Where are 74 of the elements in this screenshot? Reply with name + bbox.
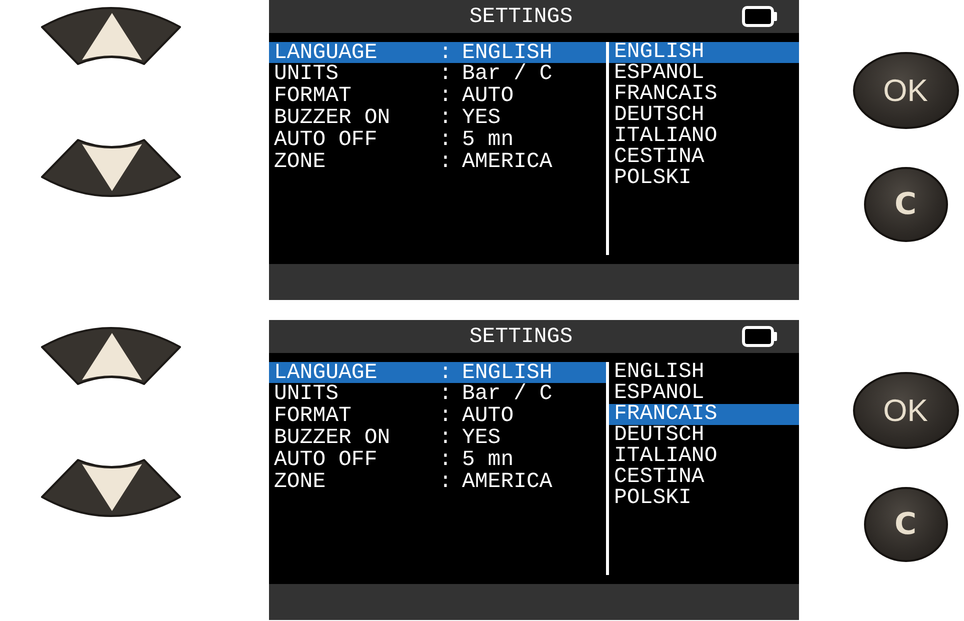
screen-title: SETTINGS <box>469 4 573 28</box>
language-option[interactable]: FRANCAIS <box>609 84 799 105</box>
language-option[interactable]: ESPANOL <box>609 383 799 404</box>
setting-label: UNITS <box>274 383 340 405</box>
setting-value: ENGLISH <box>462 42 554 64</box>
setting-label: AUTO OFF <box>274 449 378 471</box>
setting-value: 5 mn <box>462 449 515 471</box>
ok-button[interactable]: OK <box>852 52 958 129</box>
up-triangle-icon <box>82 13 142 60</box>
settings-menu-item[interactable]: FORMAT : AUTO <box>269 85 606 107</box>
language-option[interactable]: ITALIANO <box>609 446 799 467</box>
setting-label: LANGUAGE <box>274 42 378 64</box>
setting-label: UNITS <box>274 63 340 85</box>
colon-text: : <box>439 85 453 107</box>
colon-text: : <box>439 107 453 129</box>
language-option[interactable]: ENGLISH <box>609 42 799 63</box>
colon-text: : <box>439 362 453 384</box>
colon-text: : <box>439 42 453 64</box>
setting-value: ENGLISH <box>462 362 554 384</box>
down-triangle-icon <box>82 144 142 191</box>
settings-menu-item[interactable]: BUZZER ON : YES <box>269 107 606 129</box>
battery-icon <box>742 6 777 27</box>
settings-menu-item[interactable]: FORMAT : AUTO <box>269 405 606 427</box>
settings-menu-item[interactable]: BUZZER ON : YES <box>269 427 606 449</box>
up-triangle-icon <box>82 333 142 380</box>
setting-label: ZONE <box>274 151 327 173</box>
colon-text: : <box>439 449 453 471</box>
language-option[interactable]: DEUTSCH <box>609 425 799 446</box>
language-option[interactable]: POLSKI <box>609 488 799 509</box>
setting-label: FORMAT <box>274 85 352 107</box>
setting-value: Bar / C <box>462 383 554 405</box>
colon-text: : <box>439 427 453 449</box>
settings-menu-item[interactable]: UNITS : Bar / C <box>269 383 606 405</box>
settings-menu-item[interactable]: LANGUAGE : ENGLISH <box>269 362 606 383</box>
language-option[interactable]: FRANCAIS <box>609 404 799 425</box>
down-triangle-icon <box>82 464 142 511</box>
language-option[interactable]: ESPANOL <box>609 63 799 84</box>
setting-value: AMERICA <box>462 151 554 173</box>
settings-menu-item[interactable]: AUTO OFF : 5 mn <box>269 449 606 471</box>
colon-text: : <box>439 405 453 427</box>
language-option[interactable]: ITALIANO <box>609 126 799 147</box>
settings-menu-item[interactable]: AUTO OFF : 5 mn <box>269 129 606 151</box>
language-option[interactable]: CESTINA <box>609 147 799 168</box>
language-option[interactable]: CESTINA <box>609 467 799 488</box>
settings-menu-item[interactable]: LANGUAGE : ENGLISH <box>269 42 606 63</box>
ok-button[interactable]: OK <box>852 372 958 449</box>
setting-label: AUTO OFF <box>274 129 378 151</box>
settings-menu-item[interactable]: ZONE : AMERICA <box>269 471 606 493</box>
c-button[interactable]: C <box>864 487 948 562</box>
setting-value: AMERICA <box>462 471 554 493</box>
setting-value: YES <box>462 107 502 129</box>
settings-menu-item[interactable]: ZONE : AMERICA <box>269 151 606 173</box>
setting-label: LANGUAGE <box>274 362 378 384</box>
setting-label: FORMAT <box>274 405 352 427</box>
setting-value: Bar / C <box>462 63 554 85</box>
c-button[interactable]: C <box>864 167 948 242</box>
screen-title: SETTINGS <box>469 324 573 348</box>
colon-text: : <box>439 151 453 173</box>
colon-text: : <box>439 63 453 85</box>
colon-text: : <box>439 471 453 493</box>
setting-value: AUTO <box>462 405 515 427</box>
colon-text: : <box>439 383 453 405</box>
setting-value: 5 mn <box>462 129 515 151</box>
setting-label: BUZZER ON <box>274 107 392 129</box>
language-option[interactable]: POLSKI <box>609 168 799 189</box>
colon-text: : <box>439 129 453 151</box>
settings-menu-item[interactable]: UNITS : Bar / C <box>269 63 606 85</box>
language-option[interactable]: DEUTSCH <box>609 105 799 126</box>
setting-value: AUTO <box>462 85 515 107</box>
setting-value: YES <box>462 427 502 449</box>
language-option[interactable]: ENGLISH <box>609 362 799 383</box>
setting-label: ZONE <box>274 471 327 493</box>
setting-label: BUZZER ON <box>274 427 392 449</box>
battery-icon <box>742 326 777 347</box>
